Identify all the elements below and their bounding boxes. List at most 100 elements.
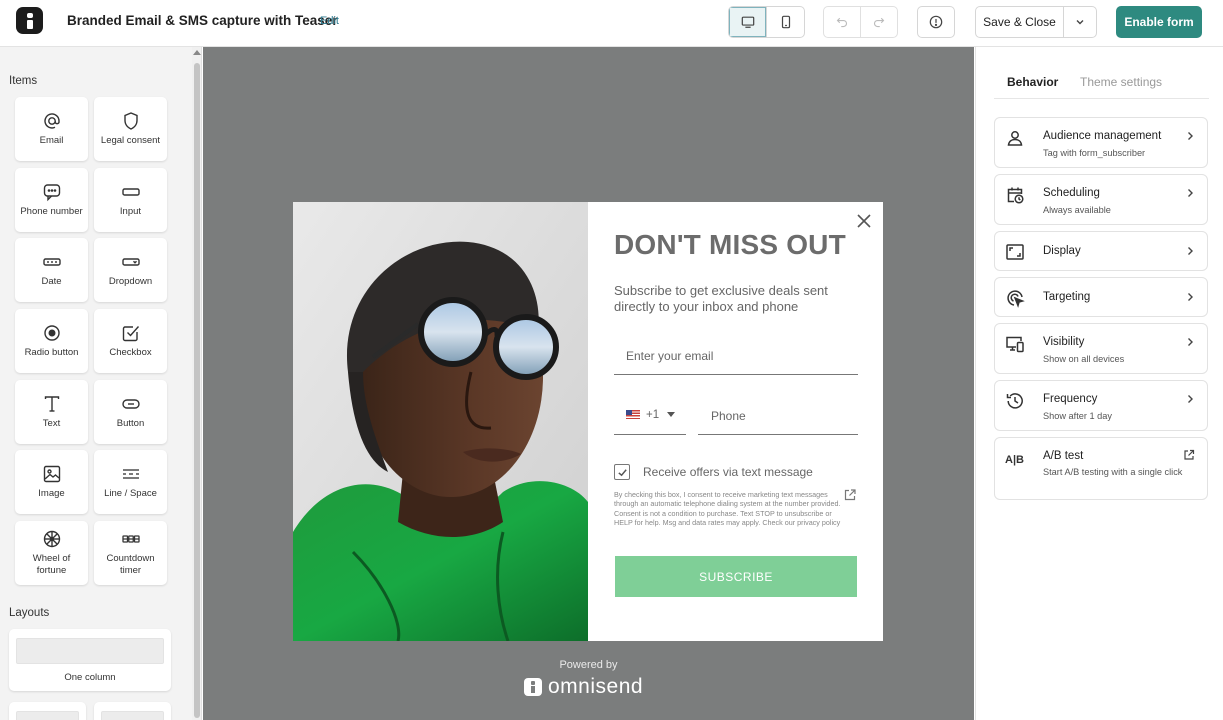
display-frame-icon bbox=[1006, 244, 1024, 260]
phone-input[interactable] bbox=[698, 395, 858, 435]
layout-two-column-left[interactable] bbox=[9, 702, 86, 720]
setting-ab-test[interactable]: A|B A/B test Start A/B testing with a si… bbox=[994, 437, 1208, 500]
setting-visibility[interactable]: Visibility Show on all devices bbox=[994, 323, 1208, 374]
setting-subtitle: Show on all devices bbox=[1043, 354, 1125, 364]
caret-down-icon bbox=[667, 412, 676, 417]
item-label: Email bbox=[39, 135, 64, 146]
item-phone-number[interactable]: Phone number bbox=[15, 168, 88, 232]
item-email[interactable]: Email bbox=[15, 97, 88, 161]
item-label: Dropdown bbox=[108, 276, 153, 287]
date-icon bbox=[42, 258, 61, 266]
item-button[interactable]: Button bbox=[94, 380, 167, 444]
sms-consent-checkbox[interactable] bbox=[614, 464, 630, 480]
item-wheel-of-fortune[interactable]: Wheel of fortune bbox=[15, 521, 88, 585]
popup-subtext: Subscribe to get exclusive deals sent di… bbox=[614, 283, 828, 314]
email-input[interactable] bbox=[614, 335, 858, 375]
setting-title: Targeting bbox=[1043, 291, 1091, 303]
save-close-button[interactable]: Save & Close bbox=[976, 7, 1064, 37]
item-countdown-timer[interactable]: Countdown timer bbox=[94, 521, 167, 585]
country-code: +1 bbox=[646, 408, 660, 421]
info-icon bbox=[929, 15, 943, 29]
setting-audience-management[interactable]: Audience management Tag with form_subscr… bbox=[994, 117, 1208, 168]
setting-title: Scheduling bbox=[1043, 187, 1100, 199]
edit-title-link[interactable]: Edit bbox=[320, 15, 339, 27]
enable-form-button[interactable]: Enable form bbox=[1116, 6, 1202, 38]
radio-icon bbox=[43, 325, 60, 341]
omnisend-mark-icon bbox=[524, 678, 542, 696]
calendar-clock-icon bbox=[1007, 187, 1024, 204]
chevron-right-icon bbox=[1188, 338, 1193, 346]
info-button[interactable] bbox=[917, 6, 955, 38]
chevron-down-icon bbox=[1076, 20, 1084, 25]
item-line-space[interactable]: Line / Space bbox=[94, 450, 167, 514]
popup-photo[interactable] bbox=[293, 202, 588, 641]
chevron-right-icon bbox=[1188, 132, 1193, 140]
setting-display[interactable]: Display bbox=[994, 231, 1208, 271]
redo-button[interactable] bbox=[861, 7, 897, 37]
subscribe-button[interactable]: SUBSCRIBE bbox=[615, 556, 857, 597]
top-bar: Branded Email & SMS capture with Teaser … bbox=[0, 0, 1223, 47]
signup-popup[interactable]: DON'T MISS OUT Subscribe to get exclusiv… bbox=[293, 202, 883, 641]
country-code-select[interactable]: +1 bbox=[614, 395, 686, 435]
item-date[interactable]: Date bbox=[15, 238, 88, 302]
item-checkbox[interactable]: Checkbox bbox=[94, 309, 167, 373]
tab-theme-settings[interactable]: Theme settings bbox=[1080, 75, 1162, 89]
history-controls bbox=[823, 6, 898, 38]
dropdown-icon bbox=[121, 258, 140, 266]
item-label: Legal consent bbox=[100, 135, 161, 146]
item-label: Image bbox=[38, 488, 65, 499]
user-icon bbox=[1007, 131, 1023, 146]
chevron-right-icon bbox=[1188, 293, 1193, 301]
at-icon bbox=[43, 113, 60, 129]
undo-button[interactable] bbox=[824, 7, 861, 37]
popup-headline: DON'T MISS OUT bbox=[614, 229, 846, 260]
external-link-icon bbox=[1184, 449, 1195, 460]
setting-title: Display bbox=[1043, 245, 1081, 257]
item-label: Radio button bbox=[24, 347, 79, 358]
sidebar-scrollbar[interactable] bbox=[192, 47, 202, 720]
item-label: Button bbox=[116, 418, 145, 429]
setting-frequency[interactable]: Frequency Show after 1 day bbox=[994, 380, 1208, 431]
item-label: Wheel of fortune bbox=[32, 553, 71, 576]
external-link-icon[interactable] bbox=[843, 488, 857, 502]
item-radio-button[interactable]: Radio button bbox=[15, 309, 88, 373]
item-legal-consent[interactable]: Legal consent bbox=[94, 97, 167, 161]
item-label: Text bbox=[42, 418, 61, 429]
chat-bubble-icon bbox=[43, 184, 60, 202]
sms-consent-label: Receive offers via text message bbox=[643, 465, 813, 479]
item-input[interactable]: Input bbox=[94, 168, 167, 232]
layout-preview bbox=[16, 711, 79, 720]
wheel-icon bbox=[43, 530, 60, 548]
omnisend-logo[interactable] bbox=[16, 7, 43, 34]
setting-title: A/B test bbox=[1043, 450, 1084, 462]
item-label: Input bbox=[119, 206, 142, 217]
layout-two-column-right[interactable] bbox=[94, 702, 171, 720]
scroll-up-arrow[interactable] bbox=[193, 50, 201, 55]
setting-subtitle: Always available bbox=[1043, 205, 1111, 215]
mobile-view-button[interactable] bbox=[767, 7, 804, 37]
item-image[interactable]: Image bbox=[15, 450, 88, 514]
desktop-view-button[interactable] bbox=[729, 7, 767, 37]
text-icon bbox=[44, 396, 59, 412]
scrollbar-thumb[interactable] bbox=[194, 63, 200, 718]
chevron-right-icon bbox=[1188, 189, 1193, 197]
item-dropdown[interactable]: Dropdown bbox=[94, 238, 167, 302]
save-options-button[interactable] bbox=[1064, 7, 1096, 37]
us-flag-icon bbox=[626, 410, 640, 419]
tab-behavior[interactable]: Behavior bbox=[1007, 75, 1058, 89]
settings-tabs: Behavior Theme settings bbox=[994, 75, 1209, 99]
setting-subtitle: Show after 1 day bbox=[1043, 411, 1112, 421]
svg-text:A|B: A|B bbox=[1005, 454, 1024, 466]
brand-name: omnisend bbox=[548, 675, 644, 698]
item-text[interactable]: Text bbox=[15, 380, 88, 444]
setting-targeting[interactable]: Targeting bbox=[994, 277, 1208, 317]
layout-one-column[interactable]: One column bbox=[9, 629, 171, 691]
ab-icon: A|B bbox=[1005, 454, 1024, 466]
mobile-icon bbox=[781, 15, 790, 29]
undo-icon bbox=[836, 17, 847, 28]
countdown-icon bbox=[121, 535, 140, 543]
settings-panel: Behavior Theme settings Audience managem… bbox=[975, 47, 1223, 720]
setting-scheduling[interactable]: Scheduling Always available bbox=[994, 174, 1208, 225]
device-toggle bbox=[728, 6, 805, 38]
close-icon[interactable] bbox=[855, 212, 873, 230]
